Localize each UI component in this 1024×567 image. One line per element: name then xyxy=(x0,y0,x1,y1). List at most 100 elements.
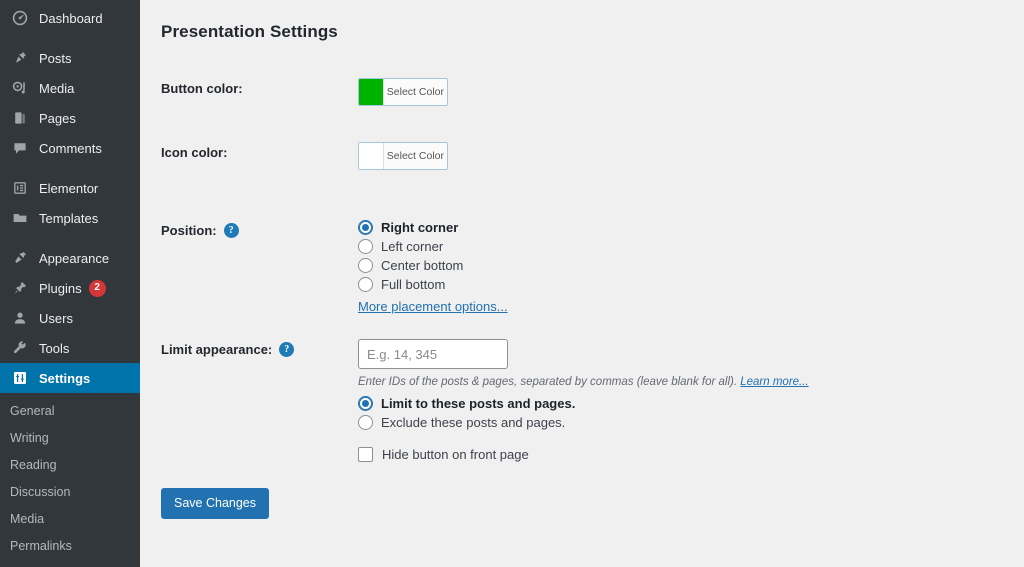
help-icon[interactable]: ? xyxy=(279,342,295,357)
row-button-color: Button color: Select Color xyxy=(140,78,1024,110)
position-option-left-corner[interactable]: Left corner xyxy=(358,239,508,254)
limit-option-exclude[interactable]: Exclude these posts and pages. xyxy=(358,415,809,430)
sidebar-item-label: Dashboard xyxy=(39,10,103,26)
pages-icon xyxy=(10,108,30,128)
submenu-item-privacy[interactable]: Privacy xyxy=(0,560,140,567)
sidebar-divider xyxy=(0,233,140,243)
sidebar-item-appearance[interactable]: Appearance xyxy=(0,243,140,273)
button-color-picker[interactable]: Select Color xyxy=(358,78,448,106)
comments-icon xyxy=(10,138,30,158)
submenu-item-media[interactable]: Media xyxy=(0,506,140,533)
submenu-item-writing[interactable]: Writing xyxy=(0,425,140,452)
limit-appearance-label-cell: Limit appearance: ? xyxy=(140,339,358,357)
radio-label: Right corner xyxy=(381,220,459,235)
icon-color-label: Icon color: xyxy=(161,145,228,160)
button-color-select-label[interactable]: Select Color xyxy=(383,79,447,105)
sidebar-item-pages[interactable]: Pages xyxy=(0,103,140,133)
limit-appearance-input[interactable] xyxy=(358,339,508,369)
media-icon xyxy=(10,78,30,98)
button-color-swatch[interactable] xyxy=(359,79,384,105)
sidebar-item-label: Media xyxy=(39,80,75,96)
row-icon-color: Icon color: Select Color xyxy=(140,142,1024,174)
paintbrush-icon xyxy=(10,248,30,268)
radio-label: Center bottom xyxy=(381,258,464,273)
position-option-center-bottom[interactable]: Center bottom xyxy=(358,258,508,273)
sidebar-item-label: Plugins xyxy=(39,280,82,296)
row-position: Position: ? Right corner Left corner Cen… xyxy=(140,220,1024,314)
radio-label: Left corner xyxy=(381,239,444,254)
elementor-icon xyxy=(10,178,30,198)
icon-color-select-label[interactable]: Select Color xyxy=(383,143,447,169)
user-icon xyxy=(10,308,30,328)
hide-button-front-page-row[interactable]: Hide button on front page xyxy=(358,447,809,462)
submenu-item-general[interactable]: General xyxy=(0,398,140,425)
position-option-right-corner[interactable]: Right corner xyxy=(358,220,508,235)
limit-appearance-radio-group: Limit to these posts and pages. Exclude … xyxy=(358,396,809,430)
submenu-item-discussion[interactable]: Discussion xyxy=(0,479,140,506)
settings-submenu: General Writing Reading Discussion Media… xyxy=(0,393,140,567)
plugins-update-badge: 2 xyxy=(88,279,106,297)
position-option-full-bottom[interactable]: Full bottom xyxy=(358,277,508,292)
limit-appearance-hint: Enter IDs of the posts & pages, separate… xyxy=(358,376,809,388)
page-title: Presentation Settings xyxy=(161,22,338,41)
radio-indicator[interactable] xyxy=(358,239,373,254)
submenu-item-permalinks[interactable]: Permalinks xyxy=(0,533,140,560)
sidebar-item-label: Posts xyxy=(39,50,72,66)
position-field: Right corner Left corner Center bottom F… xyxy=(358,220,508,314)
limit-option-include[interactable]: Limit to these posts and pages. xyxy=(358,396,809,411)
sidebar-item-templates[interactable]: Templates xyxy=(0,203,140,233)
sidebar-divider xyxy=(0,163,140,173)
sidebar-item-plugins[interactable]: Plugins 2 xyxy=(0,273,140,303)
position-label: Position: xyxy=(161,223,217,238)
sidebar-item-label: Settings xyxy=(39,370,91,386)
checkbox-label: Hide button on front page xyxy=(382,447,529,462)
plug-icon xyxy=(10,278,30,298)
limit-appearance-label: Limit appearance: xyxy=(161,342,273,357)
sidebar-item-label: Appearance xyxy=(39,250,110,266)
radio-indicator[interactable] xyxy=(358,277,373,292)
sidebar-item-posts[interactable]: Posts xyxy=(0,43,140,73)
radio-indicator[interactable] xyxy=(358,396,373,411)
wrench-icon xyxy=(10,338,30,358)
sidebar-item-elementor[interactable]: Elementor xyxy=(0,173,140,203)
icon-color-field: Select Color xyxy=(358,142,448,174)
checkbox-indicator[interactable] xyxy=(358,447,373,462)
save-changes-button[interactable]: Save Changes xyxy=(161,488,270,519)
radio-label: Limit to these posts and pages. xyxy=(381,396,576,411)
sidebar-item-dashboard[interactable]: Dashboard xyxy=(0,3,140,33)
button-color-label-cell: Button color: xyxy=(140,78,358,96)
more-placement-options-link[interactable]: More placement options... xyxy=(358,299,508,314)
sidebar-item-label: Tools xyxy=(39,340,70,356)
limit-appearance-field: Enter IDs of the posts & pages, separate… xyxy=(358,339,809,462)
sidebar-item-label: Comments xyxy=(39,140,102,156)
dashboard-icon xyxy=(10,8,30,28)
sidebar-item-label: Users xyxy=(39,310,73,326)
position-radio-group: Right corner Left corner Center bottom F… xyxy=(358,220,508,314)
icon-color-picker[interactable]: Select Color xyxy=(358,142,448,170)
radio-indicator[interactable] xyxy=(358,220,373,235)
button-color-field: Select Color xyxy=(358,78,448,110)
radio-indicator[interactable] xyxy=(358,415,373,430)
sidebar-item-settings[interactable]: Settings xyxy=(0,363,140,393)
learn-more-link[interactable]: Learn more... xyxy=(740,376,808,388)
icon-color-swatch[interactable] xyxy=(359,143,384,169)
hint-text: Enter IDs of the posts & pages, separate… xyxy=(358,376,738,388)
admin-screen: Dashboard Posts Media Pages Comments Ele… xyxy=(0,0,1024,567)
radio-indicator[interactable] xyxy=(358,258,373,273)
icon-color-label-cell: Icon color: xyxy=(140,142,358,160)
sidebar-item-tools[interactable]: Tools xyxy=(0,333,140,363)
submenu-item-reading[interactable]: Reading xyxy=(0,452,140,479)
settings-form: Button color: Select Color Icon color: S… xyxy=(140,78,1024,462)
position-label-cell: Position: ? xyxy=(140,220,358,238)
help-icon[interactable]: ? xyxy=(223,223,239,238)
folder-icon xyxy=(10,208,30,228)
sidebar-item-media[interactable]: Media xyxy=(0,73,140,103)
settings-content: Presentation Settings Button color: Sele… xyxy=(140,0,1024,567)
sidebar-item-comments[interactable]: Comments xyxy=(0,133,140,163)
radio-label: Exclude these posts and pages. xyxy=(381,415,566,430)
radio-label: Full bottom xyxy=(381,277,446,292)
sidebar-item-users[interactable]: Users xyxy=(0,303,140,333)
button-color-label: Button color: xyxy=(161,81,243,96)
sidebar-divider xyxy=(0,33,140,43)
sidebar-item-label: Elementor xyxy=(39,180,99,196)
